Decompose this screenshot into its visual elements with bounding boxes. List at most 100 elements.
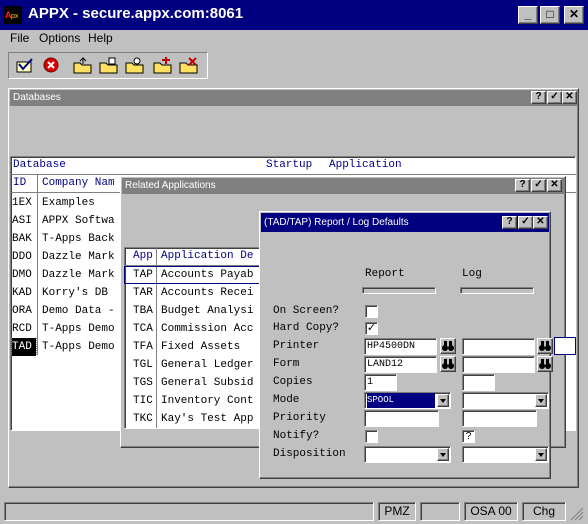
startup-header: Startup [266,159,313,171]
minimize-button[interactable]: _ [518,6,538,24]
related-ok-button[interactable]: ✓ [531,179,546,192]
report-printer-lookup-button[interactable] [440,338,456,354]
log-priority-field[interactable] [462,410,537,427]
window-title: APPX - secure.appx.com:8061 [28,5,244,22]
stop-button[interactable] [40,55,62,76]
selected-app-row-outline [124,266,263,284]
appx-logo-icon: A px [4,6,22,24]
table-row[interactable]: 1EX Examples [11,194,123,212]
notify-label: Notify? [273,430,320,442]
report-mode-value: SPOOL [367,393,435,408]
table-row[interactable]: TAD T-Apps Demo [11,338,123,356]
app-code-cell: TIC [133,395,153,407]
copies-label: Copies [273,376,313,388]
resize-grip[interactable] [568,505,584,521]
check-mail-button[interactable] [14,55,36,76]
company-name-cell: Examples [42,197,95,209]
status-pmz: PMZ [378,502,416,521]
table-row[interactable]: KAD Korry's DB [11,284,123,302]
on-screen-label: On Screen? [273,305,340,317]
report-copies-field[interactable]: 1 [364,374,397,391]
check-mail-icon [16,58,33,73]
maximize-button[interactable]: □ [540,6,560,24]
defaults-help-button[interactable]: ? [502,216,517,229]
database-id-cell: BAK [12,233,32,245]
report-on-screen-checkbox[interactable] [365,305,378,318]
menu-file[interactable]: File [10,31,29,45]
log-form-field[interactable] [462,356,535,373]
log-copies-field[interactable] [462,374,495,391]
report-printer-field[interactable]: HP4500DN [364,338,437,355]
log-printer-field[interactable] [462,338,535,355]
report-priority-field[interactable] [364,410,439,427]
folder-search-button[interactable] [124,55,146,76]
databases-titlebar: Databases [10,90,577,106]
app-name-cell: General Subsid [161,377,254,389]
defaults-ok-button[interactable]: ✓ [518,216,533,229]
priority-label: Priority [273,412,326,424]
table-row[interactable]: DMO Dazzle Mark [11,266,123,284]
table-row[interactable]: ASI APPX Softwa [11,212,123,230]
log-mode-select[interactable] [462,392,549,409]
database-id-cell: RCD [12,323,32,335]
status-blank [420,502,460,521]
app-name-cell: Inventory Cont [161,395,254,407]
report-column-bar [362,287,436,294]
folder-delete-icon [179,57,198,74]
table-row[interactable]: RCD T-Apps Demo [11,320,123,338]
company-name-cell: T-Apps Back [42,233,115,245]
table-row[interactable]: TCA Commission Acc [125,320,263,338]
menu-options[interactable]: Options [39,31,80,45]
table-row[interactable]: TGS General Subsid [125,374,263,392]
app-desc-header: Application De [161,250,254,262]
application-header: Application [329,159,402,171]
databases-help-button[interactable]: ? [531,91,546,104]
app-name-cell: Kay's Test App [161,413,254,425]
report-form-field[interactable]: LAND12 [364,356,437,373]
databases-ok-button[interactable]: ✓ [547,91,562,104]
startup-app-cell[interactable] [554,337,576,355]
report-disposition-select[interactable] [364,446,451,463]
folder-delete-button[interactable] [178,55,200,76]
defaults-close-button[interactable]: ✕ [533,216,548,229]
log-printer-lookup-button[interactable] [537,338,553,354]
log-form-lookup-button[interactable] [537,356,553,372]
related-close-button[interactable]: ✕ [547,179,562,192]
close-button[interactable]: ✕ [564,6,584,24]
mode-label: Mode [273,394,300,406]
database-id-cell: ASI [12,215,32,227]
table-row[interactable]: TFA Fixed Assets [125,338,263,356]
company-name-cell: Demo Data - [42,305,115,317]
binoculars-icon [442,341,454,351]
status-osa: OSA 00 [464,502,518,521]
status-mode: Chg [522,502,566,521]
report-mode-select[interactable]: SPOOL [364,392,451,409]
database-id-cell: TAD [11,338,37,356]
table-row[interactable]: TAR Accounts Recei [125,284,263,302]
report-hard-copy-checkbox[interactable]: ✓ [365,322,378,335]
table-row[interactable]: TIC Inventory Cont [125,392,263,410]
app-name-cell: Fixed Assets [161,341,241,353]
table-row[interactable]: ORA Demo Data - [11,302,123,320]
folder-new-button[interactable] [152,55,174,76]
menu-help[interactable]: Help [88,31,113,45]
binoculars-icon [539,359,551,369]
report-form-lookup-button[interactable] [440,356,456,372]
table-row[interactable]: DDO Dazzle Mark [11,248,123,266]
related-help-button[interactable]: ? [515,179,530,192]
folder-open-button[interactable] [98,55,120,76]
app-name-cell: Budget Analysi [161,305,254,317]
log-notify-checkbox[interactable]: ? [462,430,475,443]
table-row[interactable]: TBA Budget Analysi [125,302,263,320]
app-code-cell: TAR [133,287,153,299]
folder-up-button[interactable] [72,55,94,76]
table-row[interactable]: TKC Kay's Test App [125,410,263,428]
company-name-cell: T-Apps Demo [42,323,115,335]
report-notify-checkbox[interactable] [365,430,378,443]
table-row[interactable]: TGL General Ledger [125,356,263,374]
database-id-cell: 1EX [12,197,32,209]
table-row[interactable]: BAK T-Apps Back [11,230,123,248]
log-disposition-select[interactable] [462,446,549,463]
databases-close-button[interactable]: ✕ [562,91,577,104]
chevron-down-icon [535,448,547,461]
